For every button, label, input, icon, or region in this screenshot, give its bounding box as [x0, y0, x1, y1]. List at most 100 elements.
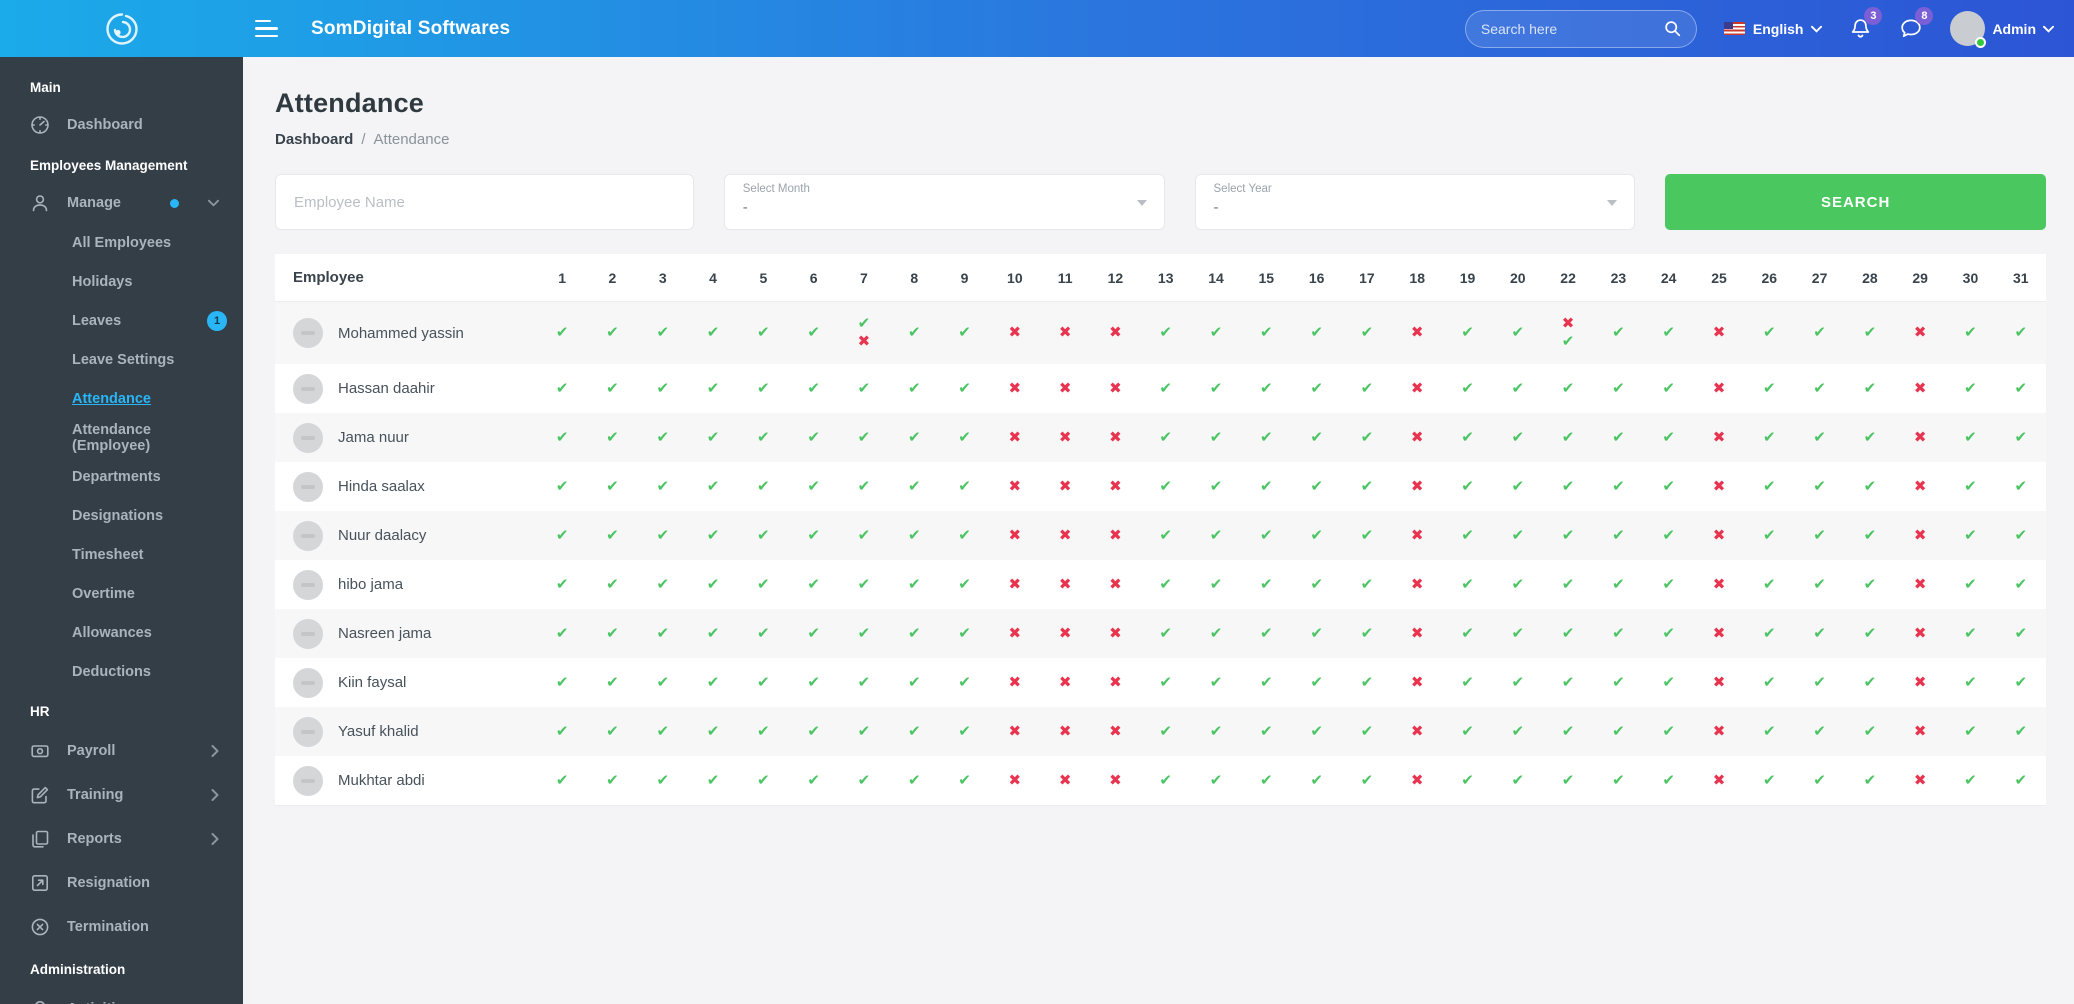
present-check-icon: ✔	[958, 323, 971, 342]
dashboard-icon	[30, 115, 50, 135]
language-selector[interactable]: English	[1723, 21, 1823, 37]
month-select-value: -	[742, 199, 748, 216]
employee-cell: Mukhtar abdi	[275, 765, 537, 796]
sidebar-item-termination[interactable]: Termination	[0, 905, 243, 949]
day-column-header: 16	[1308, 269, 1325, 286]
attendance-day-cell: ✔	[1543, 576, 1593, 593]
search-button[interactable]: SEARCH	[1665, 174, 2046, 230]
attendance-day-cell: ✔	[1593, 772, 1643, 789]
present-check-icon: ✔	[1511, 672, 1525, 691]
attendance-day-cell: ✔	[1845, 723, 1895, 740]
attendance-day-cell: ✖	[1090, 478, 1140, 495]
present-check-icon: ✔	[1209, 721, 1223, 740]
absent-cross-icon: ✖	[1109, 574, 1122, 593]
present-check-icon: ✔	[706, 378, 720, 397]
sidebar-subitem-timesheet[interactable]: Timesheet	[0, 535, 243, 574]
present-check-icon: ✔	[1762, 721, 1776, 740]
present-check-icon: ✔	[1662, 427, 1675, 446]
present-check-icon: ✔	[907, 525, 921, 544]
sidebar-item-reports[interactable]: Reports	[0, 817, 243, 861]
absent-cross-icon: ✖	[1712, 476, 1726, 495]
attendance-day-cell: ✔	[1744, 772, 1794, 789]
year-select-value: -	[1213, 199, 1219, 216]
attendance-day-cell: ✖	[1895, 674, 1945, 691]
sidebar-subitem-leaves[interactable]: Leaves 1	[0, 301, 243, 340]
employee-cell: Kiin faysal	[275, 667, 537, 698]
absent-cross-icon: ✖	[1410, 525, 1424, 544]
present-check-icon: ✔	[1360, 476, 1374, 495]
sidebar-subitem-all-employees[interactable]: All Employees	[0, 223, 243, 262]
year-select[interactable]: Select Year -	[1194, 174, 1636, 230]
present-check-icon: ✔	[1260, 672, 1273, 691]
search-input[interactable]	[1480, 20, 1664, 37]
sidebar-subitem-designations[interactable]: Designations	[0, 496, 243, 535]
absent-cross-icon: ✖	[1712, 623, 1726, 642]
absent-cross-icon: ✖	[1008, 378, 1022, 397]
present-check-icon: ✔	[555, 672, 569, 691]
present-check-icon: ✔	[757, 323, 770, 342]
employee-name: Jama nuur	[338, 429, 409, 446]
present-check-icon: ✔	[1310, 574, 1323, 593]
present-check-icon: ✔	[1260, 770, 1273, 789]
attendance-day-cell: ✔	[839, 723, 889, 740]
attendance-day-cell: ✔	[638, 723, 688, 740]
present-check-icon: ✔	[1662, 476, 1675, 495]
sidebar-item-manage[interactable]: Manage	[0, 183, 243, 223]
present-check-icon: ✔	[555, 525, 569, 544]
present-check-icon: ✔	[706, 476, 720, 495]
sidebar-subitem-allowances[interactable]: Allowances	[0, 613, 243, 652]
present-check-icon: ✔	[1662, 323, 1675, 342]
employee-name-input[interactable]	[294, 193, 675, 211]
present-check-icon: ✔	[1159, 476, 1172, 495]
present-check-icon: ✔	[1310, 476, 1323, 495]
sidebar-subitem-overtime[interactable]: Overtime	[0, 574, 243, 613]
present-check-icon: ✔	[1561, 427, 1575, 446]
attendance-day-cell: ✔	[1945, 723, 1995, 740]
present-check-icon: ✔	[1209, 770, 1223, 789]
present-check-icon: ✔	[857, 770, 871, 789]
attendance-day-cell: ✖	[990, 625, 1040, 642]
attendance-day-cell: ✔	[1141, 429, 1191, 446]
user-menu[interactable]: Admin	[1950, 11, 2054, 48]
search-icon[interactable]	[1664, 20, 1681, 37]
present-check-icon: ✔	[706, 427, 720, 446]
present-check-icon: ✔	[1662, 721, 1675, 740]
attendance-day-cell: ✖	[1040, 576, 1090, 593]
sidebar-item-training[interactable]: Training	[0, 773, 243, 817]
sidebar-subitem-leave-settings[interactable]: Leave Settings	[0, 340, 243, 379]
sidebar-toggle-button[interactable]	[255, 19, 279, 38]
attendance-day-cell: ✔	[688, 625, 738, 642]
present-check-icon: ✔	[656, 476, 670, 495]
present-check-icon: ✔	[1511, 323, 1525, 342]
sidebar-item-activities[interactable]: Activities	[0, 987, 243, 1004]
sidebar-item-dashboard[interactable]: Dashboard	[0, 105, 243, 145]
present-check-icon: ✔	[1863, 323, 1877, 342]
sidebar-subitem-attendance-employee[interactable]: Attendance (Employee)	[0, 418, 243, 457]
employee-name: Nuur daalacy	[338, 527, 427, 544]
attendance-day-cell: ✔	[688, 378, 738, 397]
breadcrumb-dashboard-link[interactable]: Dashboard	[275, 131, 353, 148]
present-check-icon: ✔	[1863, 476, 1877, 495]
sidebar-item-resignation[interactable]: Resignation	[0, 861, 243, 905]
active-section-dot	[170, 198, 179, 208]
attendance-day-cell: ✔	[638, 380, 688, 397]
sidebar-subitem-attendance[interactable]: Attendance	[0, 379, 243, 418]
notifications-button[interactable]: 3	[1849, 7, 1883, 40]
sidebar-subitem-deductions[interactable]: Deductions	[0, 652, 243, 691]
sidebar-subitem-departments[interactable]: Departments	[0, 457, 243, 496]
absent-cross-icon: ✖	[1008, 525, 1022, 544]
attendance-day-cell: ✖	[1040, 478, 1090, 495]
absent-cross-icon: ✖	[1712, 721, 1726, 740]
present-check-icon: ✔	[1209, 672, 1223, 691]
month-select[interactable]: Select Month -	[723, 174, 1165, 230]
sidebar-subitem-holidays[interactable]: Holidays	[0, 262, 243, 301]
attendance-day-cell: ✔	[1644, 323, 1694, 342]
messages-button[interactable]: 8	[1899, 7, 1934, 40]
present-check-icon: ✔	[1360, 623, 1374, 642]
sidebar-item-payroll[interactable]: Payroll	[0, 729, 243, 773]
header-search[interactable]	[1464, 9, 1697, 48]
present-check-icon: ✔	[656, 525, 670, 544]
present-check-icon: ✔	[857, 476, 871, 495]
attendance-day-cell: ✔	[939, 625, 989, 642]
present-check-icon: ✔	[1511, 427, 1525, 446]
